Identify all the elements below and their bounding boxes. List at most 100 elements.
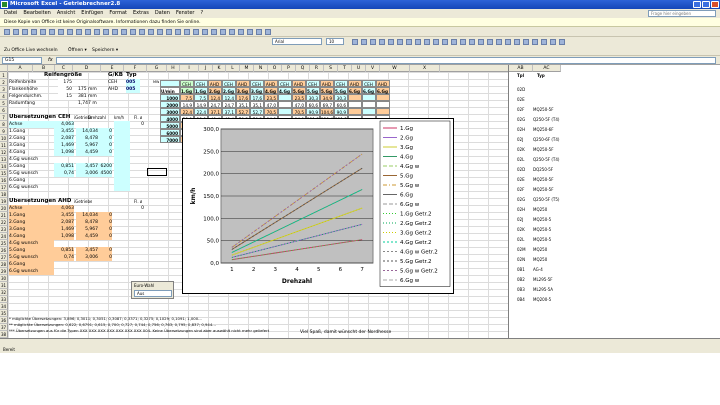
formula-input[interactable] [56, 57, 716, 64]
format-icon[interactable] [433, 39, 439, 45]
toolbar-icon[interactable] [94, 29, 100, 35]
format-icon[interactable] [406, 39, 412, 45]
toolbar-icon[interactable] [265, 29, 271, 35]
menu-item[interactable]: Format [109, 9, 127, 18]
column-header-b[interactable]: B [33, 65, 55, 72]
row-header[interactable]: 30 [0, 275, 8, 282]
format-icon[interactable] [352, 39, 358, 45]
column-header-k[interactable]: K [213, 65, 226, 72]
column-header-p[interactable]: P [282, 65, 296, 72]
column-header-t[interactable]: T [338, 65, 352, 72]
speed-chart[interactable]: 0,0 50,0 100,0 150,0 200,0 250,0 300,0 1 2 3 4 5 6 7 D… [182, 118, 454, 294]
column-header-c[interactable]: C [55, 65, 73, 72]
row-header[interactable]: 7 [0, 114, 8, 121]
menu-item[interactable]: Extras [133, 9, 149, 18]
euro-wahl-select[interactable]: Aus [134, 290, 172, 297]
menu-item[interactable]: Bearbeiten [23, 9, 50, 18]
menu-item[interactable]: Ansicht [57, 9, 75, 18]
format-icon[interactable] [496, 39, 502, 45]
toolbar-icon[interactable] [229, 29, 235, 35]
name-box[interactable]: G15 [2, 57, 42, 64]
toolbar-icon[interactable] [157, 29, 163, 35]
toolbar-icon[interactable] [58, 29, 64, 35]
format-icon[interactable] [460, 39, 466, 45]
format-icon[interactable] [550, 39, 556, 45]
ask-question-input[interactable]: Frage hier eingeben [648, 10, 716, 17]
column-header-x[interactable]: X [410, 65, 440, 72]
toolbar-icon[interactable] [67, 29, 73, 35]
toolbar-icon[interactable] [247, 29, 253, 35]
format-icon[interactable] [487, 39, 493, 45]
column-header-ac[interactable]: AC [533, 65, 561, 72]
toolbar-icon[interactable] [193, 29, 199, 35]
column-header-j[interactable]: J [199, 65, 213, 72]
column-header-g[interactable]: G [147, 65, 167, 72]
format-icon[interactable] [532, 39, 538, 45]
row-header[interactable]: 11 [0, 142, 8, 149]
toolbar-icon[interactable] [85, 29, 91, 35]
row-header[interactable]: 2 [0, 79, 8, 86]
row-header[interactable]: 32 [0, 289, 8, 296]
column-header-s[interactable]: S [324, 65, 338, 72]
toolbar-icon[interactable] [4, 29, 10, 35]
row-header[interactable]: 8 [0, 121, 8, 128]
toolbar-icon[interactable] [256, 29, 262, 35]
row-header[interactable]: 1 [0, 72, 8, 79]
format-icon[interactable] [370, 39, 376, 45]
row-header[interactable]: 37 [0, 324, 8, 331]
menu-item[interactable]: Fenster [176, 9, 195, 18]
row-header[interactable]: 27 [0, 254, 8, 261]
row-header[interactable]: 12 [0, 149, 8, 156]
column-header-i[interactable]: I [180, 65, 199, 72]
row-header[interactable]: 38 [0, 331, 8, 338]
column-header-d[interactable]: D [73, 65, 101, 72]
column-header-o[interactable]: O [268, 65, 282, 72]
row-header[interactable]: 20 [0, 205, 8, 212]
column-header-n[interactable]: N [254, 65, 268, 72]
row-header[interactable]: 16 [0, 177, 8, 184]
row-header[interactable]: 21 [0, 212, 8, 219]
row-header[interactable]: 4 [0, 93, 8, 100]
row-header[interactable]: 19 [0, 198, 8, 205]
toolbar-icon[interactable] [175, 29, 181, 35]
format-icon[interactable] [541, 39, 547, 45]
toolbar-icon[interactable] [13, 29, 19, 35]
row-header[interactable]: 33 [0, 296, 8, 303]
row-header[interactable]: 18 [0, 191, 8, 198]
column-header-q[interactable]: Q [296, 65, 310, 72]
column-header-f[interactable]: F [124, 65, 147, 72]
font-name-select[interactable]: Arial [272, 38, 322, 45]
row-header[interactable]: 23 [0, 226, 8, 233]
format-icon[interactable] [469, 39, 475, 45]
format-icon[interactable] [361, 39, 367, 45]
format-icon[interactable] [523, 39, 529, 45]
column-header-ab[interactable]: AB [509, 65, 533, 72]
row-header[interactable]: 26 [0, 247, 8, 254]
column-header-a[interactable]: A [8, 65, 33, 72]
font-size-select[interactable]: 10 [326, 38, 344, 45]
row-header[interactable]: 5 [0, 100, 8, 107]
toolbar-icon[interactable] [103, 29, 109, 35]
format-icon[interactable] [514, 39, 520, 45]
column-header-m[interactable]: M [240, 65, 254, 72]
format-icon[interactable] [379, 39, 385, 45]
format-icon[interactable] [415, 39, 421, 45]
toolbar-icon[interactable] [76, 29, 82, 35]
format-icon[interactable] [397, 39, 403, 45]
menu-item[interactable]: ? [200, 9, 203, 18]
close-icon[interactable] [711, 1, 719, 8]
toolbar-icon[interactable] [49, 29, 55, 35]
row-header[interactable]: 31 [0, 282, 8, 289]
menu-item[interactable]: Daten [155, 9, 170, 18]
row-header[interactable]: 15 [0, 170, 8, 177]
format-icon[interactable] [388, 39, 394, 45]
select-all-corner[interactable] [0, 65, 8, 72]
column-header-e[interactable]: E [101, 65, 124, 72]
row-header[interactable]: 29 [0, 268, 8, 275]
row-header[interactable]: 28 [0, 261, 8, 268]
toolbar-icon[interactable] [211, 29, 217, 35]
toolbar-icon[interactable] [31, 29, 37, 35]
format-icon[interactable] [478, 39, 484, 45]
format-icon[interactable] [451, 39, 457, 45]
toolbar-icon[interactable] [220, 29, 226, 35]
